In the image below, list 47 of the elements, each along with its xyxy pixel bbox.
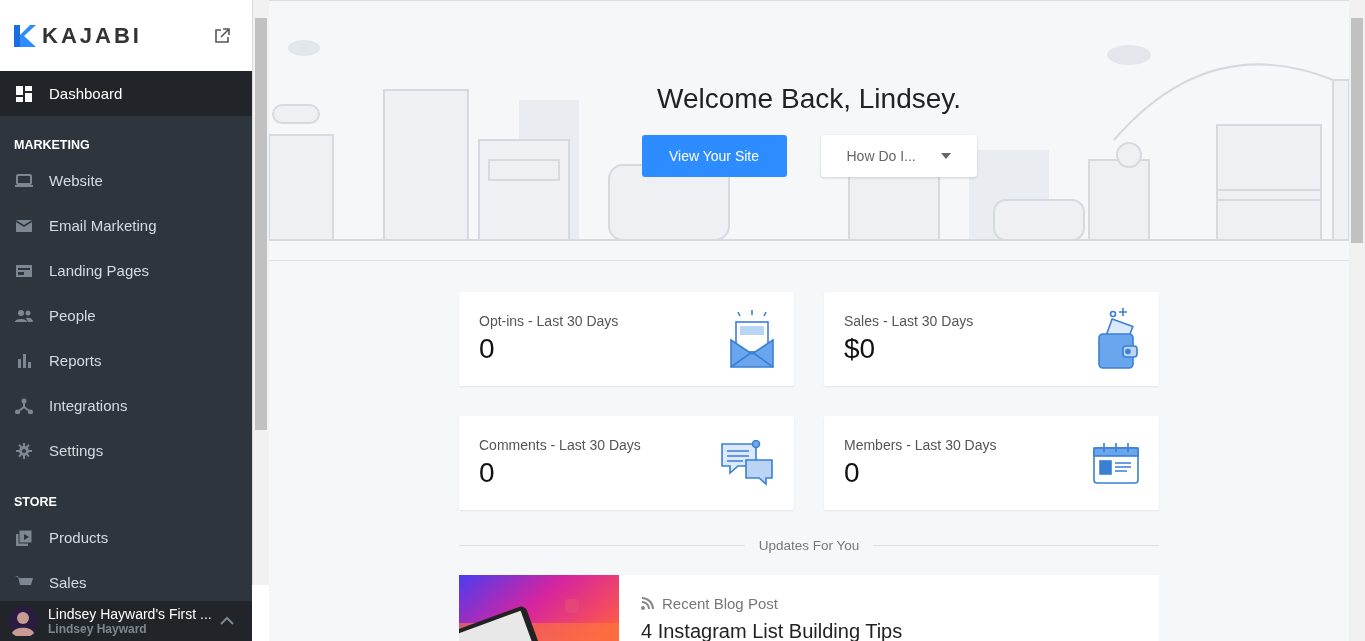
nav-item[interactable]: Email Marketing [0, 203, 252, 248]
welcome-heading: Welcome Back, Lindsey. [657, 83, 961, 115]
stat-label: Members - Last 30 Days [844, 437, 997, 453]
nav-item[interactable]: Sales [0, 560, 252, 601]
wallet-icon [1097, 308, 1139, 370]
stat-value: 0 [479, 457, 496, 489]
nav-item[interactable]: Products [0, 515, 252, 560]
help-dropdown[interactable]: How Do I... [820, 135, 977, 177]
nav-item[interactable]: Dashboard [0, 71, 252, 116]
stat-label: Comments - Last 30 Days [479, 437, 641, 453]
nav-item[interactable]: Settings [0, 428, 252, 473]
site-name[interactable]: Lindsey Hayward's First ... [48, 606, 210, 622]
scrollbar[interactable] [252, 0, 269, 585]
envelope-icon [730, 310, 774, 368]
nav-section-heading: STORE [13, 494, 58, 511]
people-icon [15, 307, 33, 324]
nav-item[interactable]: Website [0, 158, 252, 203]
integrations-icon [15, 397, 33, 414]
external-link-icon[interactable] [214, 27, 230, 44]
nav-item[interactable]: People [0, 293, 252, 338]
section-heading: Updates For You [758, 538, 860, 553]
nav-section-heading: MARKETING [13, 137, 91, 154]
products-icon [15, 529, 33, 546]
rss-icon [641, 597, 654, 610]
post-category: Recent Blog Post [662, 595, 778, 612]
logo-icon [14, 24, 36, 47]
calendar-icon [1093, 442, 1139, 484]
user-name: Lindsey Hayward [48, 622, 148, 636]
nav-item[interactable]: Landing Pages [0, 248, 252, 293]
caret-icon [940, 153, 951, 159]
dashboard-icon [15, 85, 33, 102]
nav-item[interactable]: Integrations [0, 383, 252, 428]
laptop-icon [15, 172, 33, 189]
avatar-icon [8, 606, 38, 636]
nav-item[interactable]: Reports [0, 338, 252, 383]
stat-value: $0 [844, 333, 877, 365]
stat-label: Opt-ins - Last 30 Days [479, 313, 619, 329]
envelope-icon [15, 217, 33, 234]
chevron-up-icon[interactable] [220, 616, 234, 626]
stat-label: Sales - Last 30 Days [844, 313, 974, 329]
logo-text: KAJABI [42, 22, 142, 49]
bars-icon [15, 352, 33, 369]
stat-value: 0 [844, 457, 861, 489]
chat-bubbles-icon [720, 440, 774, 486]
gear-icon [15, 442, 33, 459]
scrollbar[interactable] [1349, 0, 1365, 641]
stat-value: 0 [479, 333, 496, 365]
